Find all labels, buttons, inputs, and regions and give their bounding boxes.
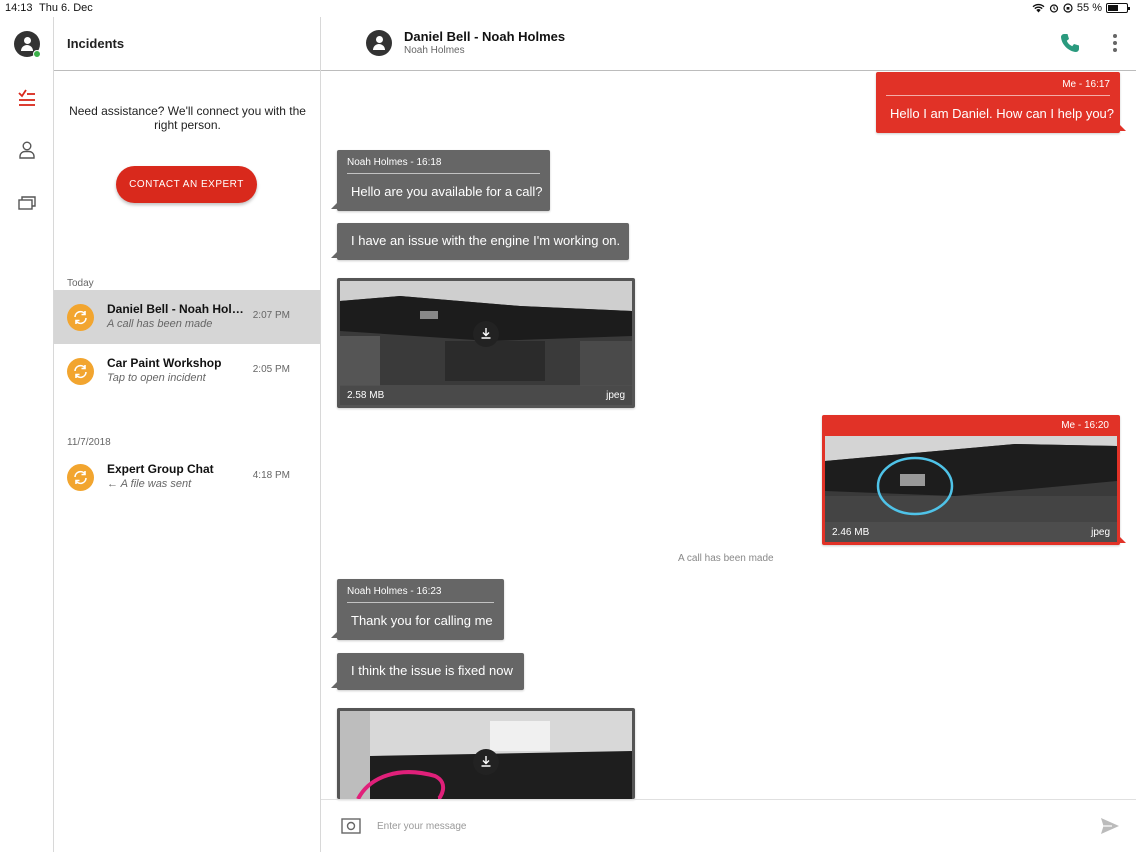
chat-title: Daniel Bell - Noah Holmes (404, 29, 566, 44)
attachment-photo: 2.46 MB jpeg (825, 436, 1117, 542)
file-type: jpeg (1091, 527, 1110, 538)
sync-icon (67, 358, 94, 385)
incident-title: Expert Group Chat (107, 462, 214, 476)
system-message: A call has been made (678, 553, 774, 564)
gallery-icon[interactable] (16, 192, 38, 214)
incident-item[interactable]: Daniel Bell - Noah Holmes A call has bee… (54, 290, 320, 344)
nav-rail (0, 17, 54, 852)
assist-text: Need assistance? We'll connect you with … (69, 104, 306, 132)
incidents-title: Incidents (54, 17, 320, 71)
orientation-lock-icon (1063, 3, 1073, 13)
incident-subtitle: Tap to open incident (107, 372, 206, 384)
status-date: Thu 6. Dec (39, 2, 93, 14)
incidents-icon[interactable] (16, 87, 38, 109)
alarm-icon (1049, 4, 1059, 13)
incident-time: 2:05 PM (252, 364, 290, 375)
sync-icon (67, 304, 94, 331)
send-icon[interactable] (1100, 817, 1120, 835)
incident-title: Daniel Bell - Noah Holmes (107, 302, 252, 316)
attachment-info: 2.58 MB jpeg (340, 385, 632, 405)
attachment-photo (340, 711, 632, 799)
incident-item[interactable]: Car Paint Workshop Tap to open incident … (54, 344, 320, 398)
online-status-dot (33, 50, 41, 58)
outgoing-image-attachment[interactable]: Me - 16:20 2.46 MB jpeg (822, 415, 1126, 545)
message-text: Hello are you available for a call? (351, 184, 543, 199)
section-label-date: 11/7/2018 (67, 437, 111, 448)
incoming-message[interactable]: Noah Holmes - 16:23 Thank you for callin… (331, 579, 504, 640)
status-bar: 14:13 Thu 6. Dec 55 % (0, 0, 1136, 17)
status-time: 14:13 (5, 2, 33, 14)
sync-icon (67, 464, 94, 491)
incident-title: Car Paint Workshop (107, 356, 222, 370)
wifi-icon (1032, 3, 1045, 13)
battery-percent: 55 % (1076, 2, 1102, 14)
battery-icon (1106, 3, 1130, 13)
chat-subtitle: Noah Holmes (404, 45, 465, 56)
message-input[interactable] (377, 816, 1057, 836)
file-size: 2.58 MB (347, 390, 385, 401)
chat-panel: Daniel Bell - Noah Holmes Noah Holmes Me… (321, 17, 1136, 852)
attachment-info: 2.46 MB jpeg (825, 522, 1117, 542)
user-avatar[interactable] (14, 31, 41, 58)
file-size: 2.46 MB (832, 527, 870, 538)
download-icon[interactable] (473, 749, 499, 775)
contact-avatar[interactable] (366, 30, 392, 56)
incident-subtitle: A call has been made (107, 318, 213, 330)
file-type: jpeg (606, 390, 625, 401)
incident-item[interactable]: Expert Group Chat ← A file was sent 4:18… (54, 450, 320, 504)
chat-header: Daniel Bell - Noah Holmes Noah Holmes (321, 17, 1136, 71)
message-text: Hello I am Daniel. How can I help you? (890, 106, 1115, 121)
message-text: Thank you for calling me (351, 613, 493, 628)
download-icon[interactable] (473, 321, 499, 347)
incident-time: 2:07 PM (252, 310, 290, 321)
contacts-icon[interactable] (16, 139, 38, 161)
message-composer (321, 799, 1136, 852)
incident-time: 4:18 PM (252, 470, 290, 481)
message-meta: Noah Holmes - 16:18 (347, 150, 540, 174)
incident-subtitle: ← A file was sent (107, 478, 192, 490)
more-options-icon[interactable] (1109, 32, 1121, 54)
camera-icon[interactable] (341, 817, 361, 834)
incidents-panel: Incidents Need assistance? We'll connect… (54, 17, 321, 852)
message-text: I have an issue with the engine I'm work… (351, 233, 621, 248)
outgoing-message[interactable]: Me - 16:17 Hello I am Daniel. How can I … (876, 72, 1126, 133)
message-meta: Me - 16:20 (1061, 420, 1109, 431)
incoming-message[interactable]: I think the issue is fixed now (331, 653, 524, 690)
image-attachment[interactable]: 2.58 MB jpeg (337, 278, 635, 408)
message-text: I think the issue is fixed now (351, 663, 513, 678)
incoming-message[interactable]: Noah Holmes - 16:18 Hello are you availa… (331, 150, 550, 211)
incoming-message[interactable]: I have an issue with the engine I'm work… (331, 223, 629, 260)
message-meta: Me - 16:17 (886, 72, 1110, 96)
phone-icon[interactable] (1059, 32, 1081, 54)
image-attachment[interactable] (337, 708, 635, 799)
message-meta: Noah Holmes - 16:23 (347, 579, 494, 603)
attachment-photo: 2.58 MB jpeg (340, 281, 632, 405)
contact-expert-button[interactable]: CONTACT AN EXPERT (116, 166, 257, 203)
section-label-today: Today (67, 278, 94, 289)
